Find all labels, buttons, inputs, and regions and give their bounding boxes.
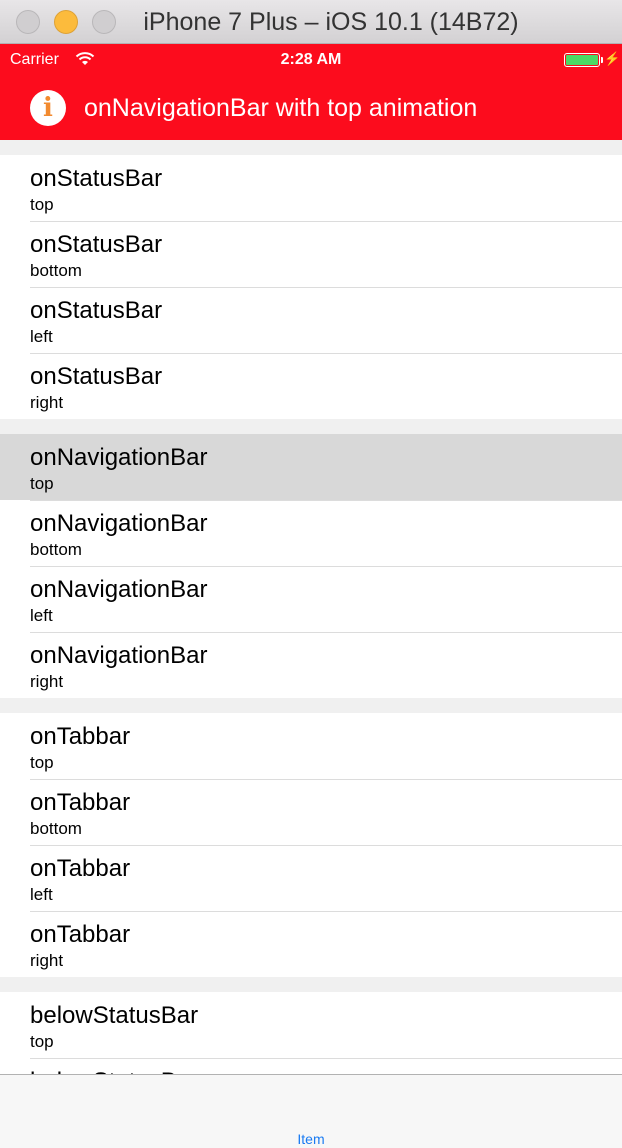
notification-area: Carrier 2:28 AM ⚡ i onNavigationBar with… xyxy=(0,44,622,140)
row-subtitle: bottom xyxy=(30,540,82,559)
table-row[interactable]: belowStatusBar top xyxy=(0,992,622,1058)
table-row[interactable]: onTabbar bottom xyxy=(0,779,622,845)
table-row[interactable]: onNavigationBar bottom xyxy=(0,500,622,566)
table-row[interactable]: onNavigationBar left xyxy=(0,566,622,632)
row-subtitle: right xyxy=(30,951,64,970)
row-subtitle: left xyxy=(30,327,53,346)
table-row[interactable]: belowStatusBar bottom xyxy=(0,1058,622,1074)
section-ontabbar: onTabbar top onTabbar bottom onTabbar le… xyxy=(0,713,622,977)
row-title: onTabbar xyxy=(30,789,131,816)
info-icon: i xyxy=(30,90,66,126)
status-bar: Carrier 2:28 AM ⚡ xyxy=(0,44,622,76)
row-title: onNavigationBar xyxy=(30,510,208,537)
notification-banner[interactable]: i onNavigationBar with top animation xyxy=(0,76,622,140)
table-row-selected[interactable]: onNavigationBar top xyxy=(0,434,622,500)
status-time: 2:28 AM xyxy=(280,51,342,68)
battery-icon xyxy=(564,53,603,67)
row-subtitle: top xyxy=(30,195,54,214)
row-subtitle: top xyxy=(30,1032,54,1051)
tab-item[interactable]: Item xyxy=(0,1131,622,1147)
table-row[interactable]: onTabbar top xyxy=(0,713,622,779)
row-title: onStatusBar xyxy=(30,297,163,324)
row-subtitle: left xyxy=(30,606,53,625)
row-title: onNavigationBar xyxy=(30,444,208,471)
table-row[interactable]: onStatusBar bottom xyxy=(0,221,622,287)
table-row[interactable]: onTabbar right xyxy=(0,911,622,977)
row-subtitle: top xyxy=(30,753,54,772)
row-title: belowStatusBar xyxy=(30,1002,199,1029)
window-title: iPhone 7 Plus – iOS 10.1 (14B72) xyxy=(143,8,519,36)
table-view[interactable]: onStatusBar top onStatusBar bottom onSta… xyxy=(0,140,622,1074)
table-row[interactable]: onStatusBar left xyxy=(0,287,622,353)
row-title: onNavigationBar xyxy=(30,642,208,669)
section-belowstatusbar: belowStatusBar top belowStatusBar bottom xyxy=(0,992,622,1074)
section-onstatusbar: onStatusBar top onStatusBar bottom onSta… xyxy=(0,155,622,419)
row-subtitle: top xyxy=(30,474,54,493)
row-subtitle: right xyxy=(30,672,64,691)
row-title: onStatusBar xyxy=(30,231,163,258)
window-titlebar: iPhone 7 Plus – iOS 10.1 (14B72) xyxy=(0,0,622,44)
tab-bar: Item xyxy=(0,1074,622,1148)
row-title: onTabbar xyxy=(30,723,131,750)
notification-text: onNavigationBar with top animation xyxy=(84,93,478,122)
row-title: onStatusBar xyxy=(30,165,163,192)
row-subtitle: bottom xyxy=(30,819,82,838)
section-onnavigationbar: onNavigationBar top onNavigationBar bott… xyxy=(0,434,622,698)
table-row[interactable]: onStatusBar top xyxy=(0,155,622,221)
table-row[interactable]: onTabbar left xyxy=(0,845,622,911)
row-title: onNavigationBar xyxy=(30,576,208,603)
table-row[interactable]: onStatusBar right xyxy=(0,353,622,419)
table-row[interactable]: onNavigationBar right xyxy=(0,632,622,698)
row-subtitle: left xyxy=(30,885,53,904)
charging-bolt-icon: ⚡ xyxy=(604,51,621,66)
row-subtitle: bottom xyxy=(30,261,82,280)
row-subtitle: right xyxy=(30,393,64,412)
row-title: onStatusBar xyxy=(30,363,163,390)
row-title: onTabbar xyxy=(30,855,131,882)
row-title: onTabbar xyxy=(30,921,131,948)
